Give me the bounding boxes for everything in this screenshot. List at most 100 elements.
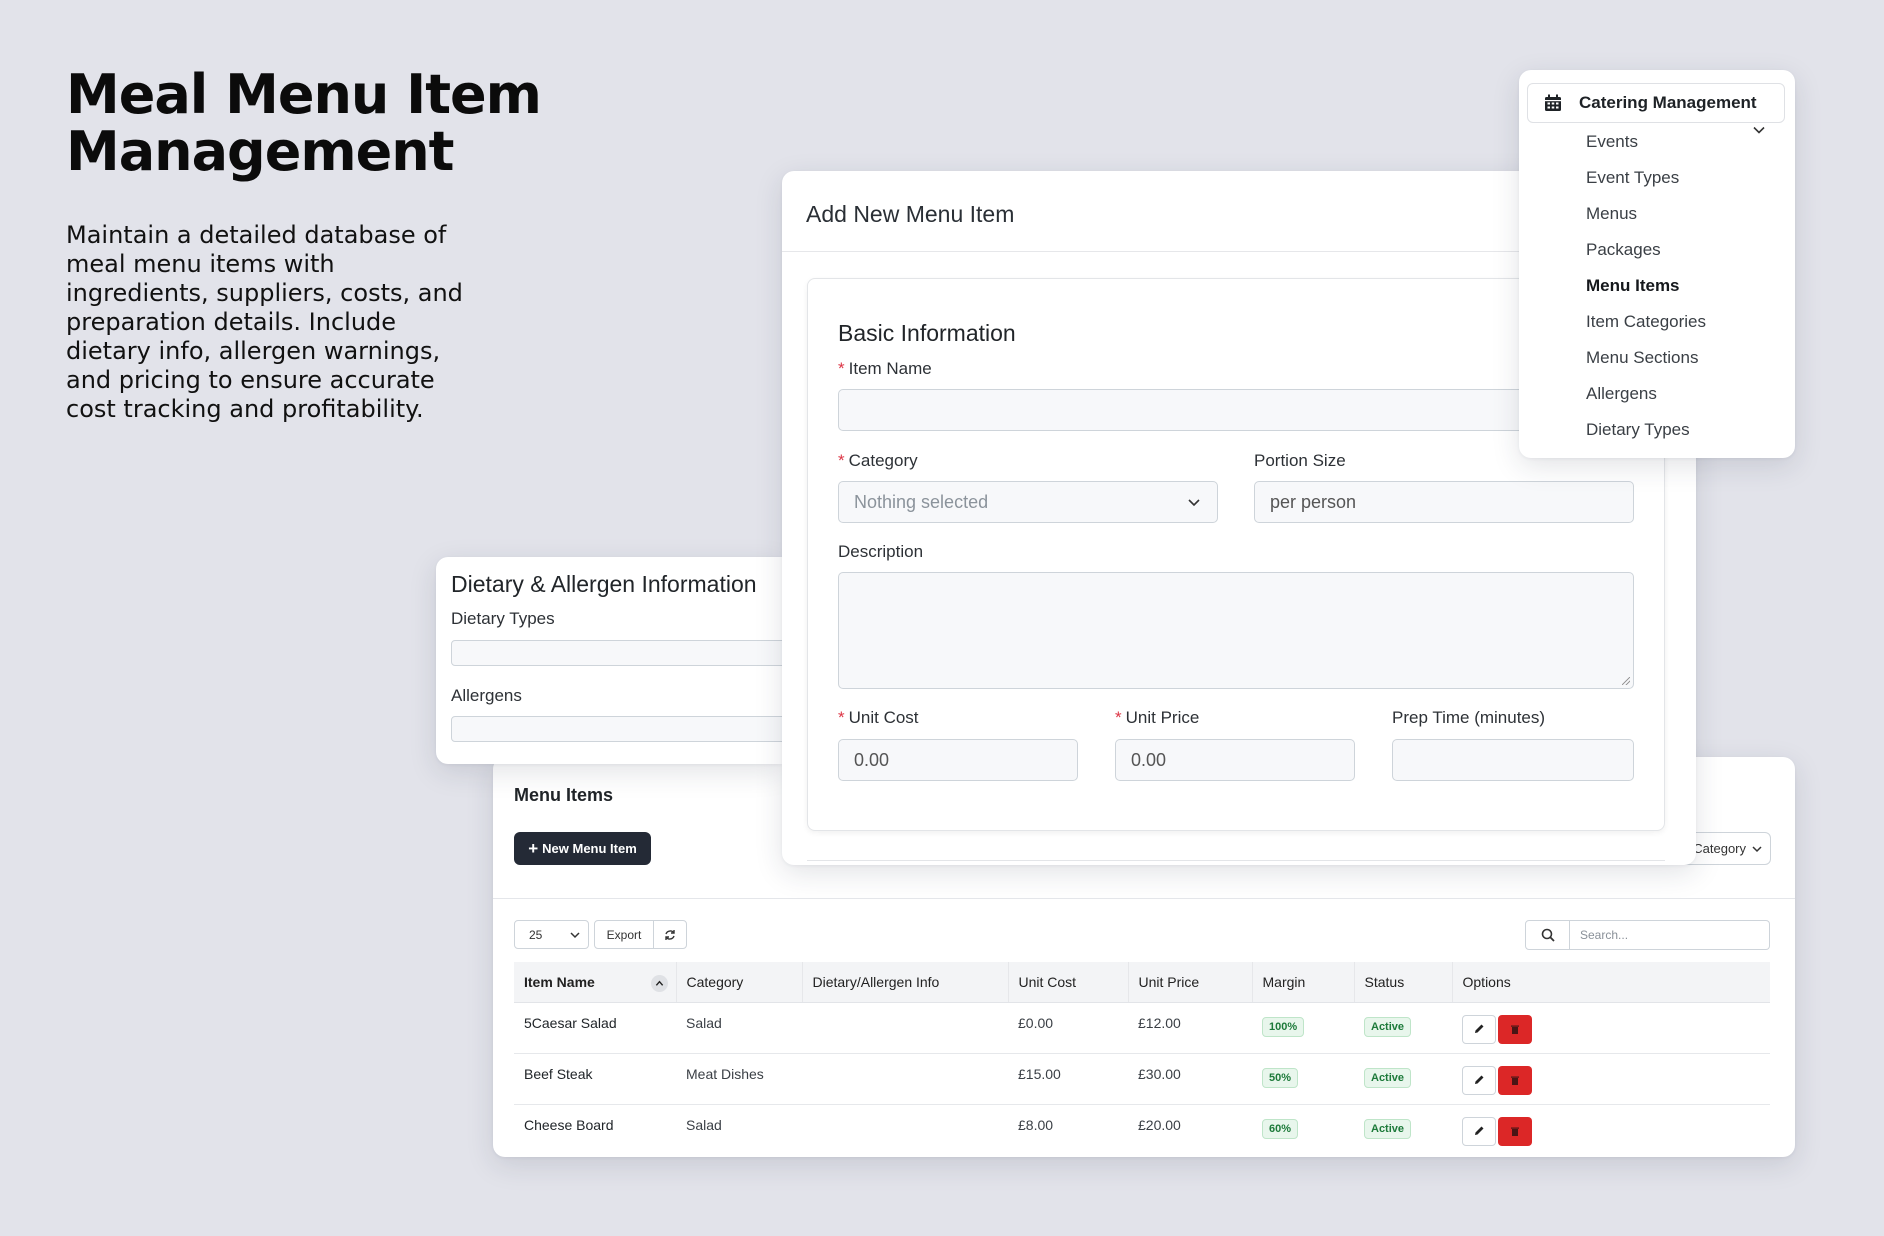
table-row: 5Caesar Salad Salad £0.00 £12.00 100% Ac… — [514, 1002, 1770, 1054]
column-label: Dietary/Allergen Info — [812, 973, 940, 990]
nav-item-packages[interactable]: Packages — [1586, 240, 1661, 260]
cell-unit-price: £20.00 — [1138, 1116, 1181, 1133]
cell-status: Active — [1354, 1104, 1452, 1155]
allergens-field[interactable] — [451, 716, 782, 742]
unit-cost-label: * Unit Cost — [838, 708, 919, 728]
unit-price-label: * Unit Price — [1115, 708, 1199, 728]
cell-margin: 60% — [1252, 1104, 1354, 1155]
edit-button[interactable] — [1462, 1014, 1496, 1044]
delete-button[interactable] — [1498, 1014, 1532, 1044]
portion-size-label: Portion Size — [1254, 451, 1346, 470]
divider — [493, 898, 1795, 899]
search-button[interactable] — [1525, 920, 1570, 950]
delete-button[interactable] — [1498, 1116, 1532, 1146]
category-filter-label: Category — [1693, 841, 1746, 856]
prep-time-input[interactable] — [1392, 739, 1634, 781]
chevron-down-icon — [570, 931, 580, 938]
chevron-down-icon — [1188, 499, 1200, 507]
cell-unit-price: £30.00 — [1128, 1053, 1252, 1105]
edit-button[interactable] — [1462, 1116, 1496, 1146]
cell-options — [1452, 1053, 1770, 1105]
nav-item-event-types[interactable]: Event Types — [1586, 168, 1679, 188]
catering-management-toggle[interactable]: Catering Management — [1527, 83, 1785, 123]
dietary-section-title: Dietary & Allergen Information — [451, 571, 757, 597]
unit-cost-input[interactable]: 0.00 — [838, 739, 1078, 781]
cell-item-name: Cheese Board — [524, 1116, 614, 1133]
cell-unit-cost: £8.00 — [1018, 1116, 1054, 1133]
status-badge: Active — [1364, 1118, 1412, 1139]
cell-options — [1452, 1104, 1770, 1155]
pencil-icon — [1475, 1126, 1484, 1135]
plus-icon: + — [528, 839, 539, 858]
required-marker: * — [838, 451, 845, 470]
chevron-down-icon — [1753, 122, 1765, 137]
nav-item-menu-sections[interactable]: Menu Sections — [1586, 348, 1698, 368]
delete-button[interactable] — [1498, 1065, 1532, 1095]
nav-item-item-categories[interactable]: Item Categories — [1586, 312, 1706, 332]
nav-item-menus[interactable]: Menus — [1586, 204, 1637, 224]
cell-category: Salad — [686, 1116, 722, 1133]
page-size-value: 25 — [529, 927, 543, 942]
search-input[interactable]: Search... — [1570, 920, 1770, 950]
column-label: Category — [686, 973, 744, 990]
page-size-select[interactable]: 25 — [514, 920, 589, 949]
chevron-down-icon — [1752, 845, 1762, 852]
column-header-dietary[interactable]: Dietary/Allergen Info — [802, 962, 1009, 1003]
resize-handle-icon[interactable] — [1622, 677, 1630, 685]
page-title: Meal Menu Item Management — [66, 63, 542, 183]
cell-category: Meat Dishes — [676, 1053, 802, 1105]
category-select[interactable]: Nothing selected — [838, 481, 1218, 523]
column-label: Item Name — [524, 973, 595, 990]
new-menu-item-button[interactable]: + New Menu Item — [514, 832, 651, 865]
nav-item-events[interactable]: Events — [1586, 132, 1638, 152]
dietary-types-label: Dietary Types — [451, 609, 555, 628]
nav-item-allergens[interactable]: Allergens — [1586, 384, 1657, 404]
catering-nav-dropdown: Catering Management Events Event Types M… — [1519, 70, 1795, 458]
search-icon — [1541, 928, 1555, 942]
export-button[interactable]: Export — [594, 920, 654, 949]
column-header-unit-cost[interactable]: Unit Cost — [1008, 962, 1129, 1003]
unit-price-input[interactable]: 0.00 — [1115, 739, 1355, 781]
table-row: Beef Steak Meat Dishes £15.00 £30.00 50%… — [514, 1053, 1770, 1105]
item-name-input[interactable] — [838, 389, 1634, 431]
status-badge: Active — [1364, 1067, 1412, 1088]
description-label: Description — [838, 542, 924, 561]
label-text: Item Name — [848, 359, 932, 378]
table-header-row: Item Name Category Dietary/Allergen Info… — [514, 962, 1770, 1003]
calendar-icon — [1543, 93, 1563, 113]
column-label: Unit Price — [1138, 973, 1200, 990]
section-title: Basic Information — [838, 320, 1016, 346]
category-placeholder: Nothing selected — [854, 491, 989, 512]
prep-time-label: Prep Time (minutes) — [1392, 708, 1546, 727]
status-badge: Active — [1364, 1016, 1412, 1037]
sort-ascending-icon — [650, 975, 668, 992]
trash-icon — [1511, 1025, 1519, 1034]
cell-category: Salad — [676, 1002, 802, 1054]
required-marker: * — [838, 359, 845, 378]
column-header-status[interactable]: Status — [1354, 962, 1453, 1003]
column-header-item-name[interactable]: Item Name — [514, 962, 677, 1003]
margin-badge: 50% — [1262, 1067, 1299, 1088]
nav-header-label: Catering Management — [1579, 93, 1757, 112]
portion-size-input[interactable]: per person — [1254, 481, 1634, 523]
nav-item-dietary-types[interactable]: Dietary Types — [1586, 420, 1690, 440]
description-textarea[interactable] — [838, 572, 1634, 689]
edit-button[interactable] — [1462, 1065, 1496, 1095]
label-text: Unit Price — [1125, 708, 1200, 727]
divider — [807, 860, 1665, 861]
category-label: * Category — [838, 451, 918, 471]
new-menu-item-label: New Menu Item — [542, 841, 637, 856]
column-header-margin[interactable]: Margin — [1252, 962, 1355, 1003]
column-label: Unit Cost — [1018, 973, 1077, 990]
cell-dietary — [802, 1104, 1008, 1155]
menu-items-table: Item Name Category Dietary/Allergen Info… — [514, 962, 1770, 1155]
column-header-category[interactable]: Category — [676, 962, 803, 1003]
dietary-types-field[interactable] — [451, 640, 782, 666]
cell-unit-price: £12.00 — [1128, 1002, 1252, 1054]
pencil-icon — [1475, 1024, 1484, 1033]
cell-unit-cost: £0.00 — [1008, 1002, 1128, 1054]
refresh-button[interactable] — [653, 920, 687, 949]
nav-item-menu-items[interactable]: Menu Items — [1586, 276, 1680, 296]
cell-options — [1452, 1002, 1770, 1054]
column-header-unit-price[interactable]: Unit Price — [1128, 962, 1253, 1003]
